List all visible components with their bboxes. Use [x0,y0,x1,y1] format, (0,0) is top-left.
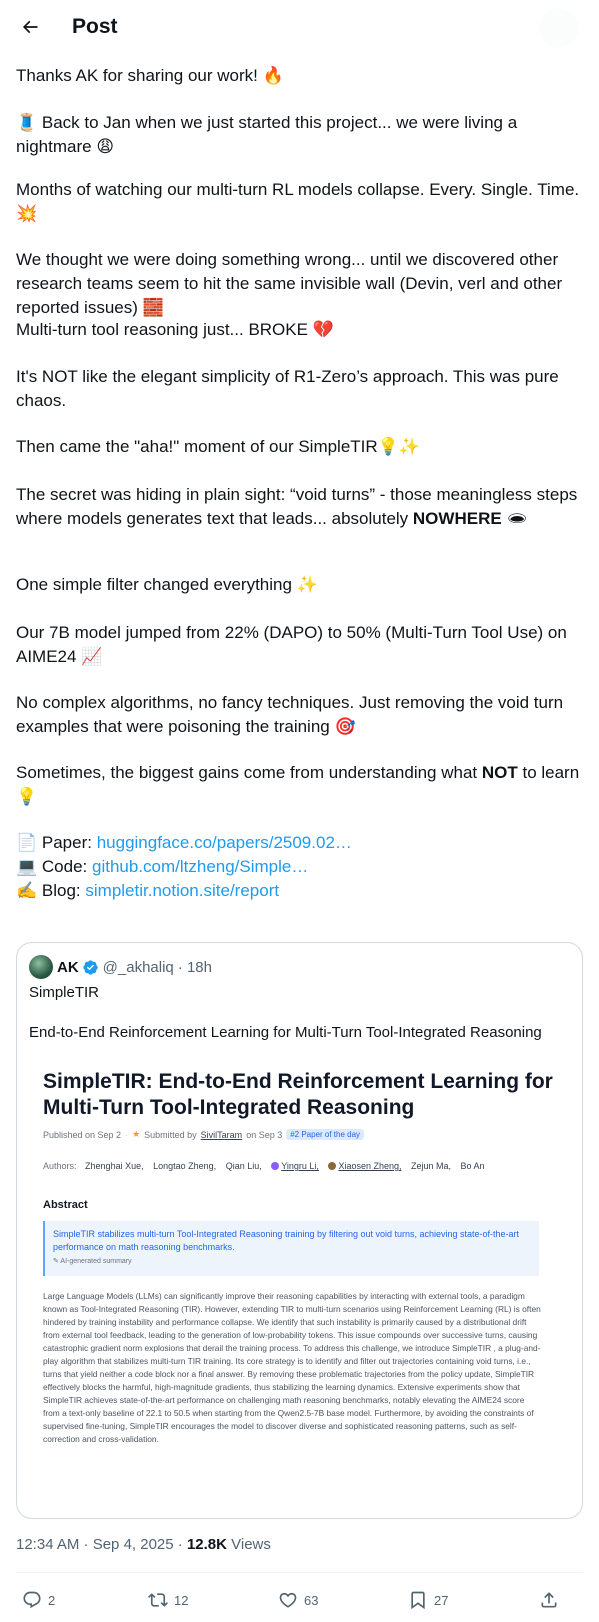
like-button[interactable]: 63 [278,1586,318,1614]
post-paragraph: Our 7B model jumped from 22% (DAPO) to 5… [16,623,567,666]
post-paragraph: The secret was hiding in plain sight: “v… [16,485,578,528]
quoted-post-time: · 18h [177,958,212,976]
blog-link[interactable]: simpletir.notion.site/report [85,881,279,900]
repost-icon [148,1593,168,1607]
post-paragraph: Multi-turn tool reasoning just... BROKE … [16,320,334,339]
code-link-line: 💻 Code: github.com/ltzheng/Simple… [16,857,309,876]
quoted-post[interactable]: AK @_akhaliq · 18h SimpleTIR End-to-End … [16,942,583,1519]
top-bar: Post [0,0,599,54]
avatar[interactable] [29,955,53,979]
repost-button[interactable]: 12 [148,1586,188,1614]
quoted-author-name[interactable]: AK [57,959,79,976]
paper-authors: Authors: Zhenghai Xue, Longtao Zheng, Qi… [43,1161,485,1171]
post-paragraph: It's NOT like the elegant simplicity of … [16,367,559,410]
blog-link-line: ✍️ Blog: simpletir.notion.site/report [16,881,280,900]
paper-title: SimpleTIR: End-to-End Reinforcement Lear… [43,1070,553,1119]
author-avatar-icon [328,1162,337,1170]
reply-count: 2 [48,1592,56,1608]
like-count: 63 [304,1592,319,1608]
back-button[interactable] [12,9,48,45]
bookmark-count: 27 [434,1592,449,1608]
author-avatar-icon [271,1162,280,1170]
reply-icon [23,1591,41,1609]
verified-badge-icon [82,959,98,975]
abstract-heading: Abstract [43,1199,88,1211]
post-meta: 12:34 AM · Sep 4, 2025 · 12.8K Views [16,1536,271,1553]
reply-button[interactable]: 2 [22,1586,55,1614]
header-more-button[interactable] [539,8,579,48]
quoted-author-handle[interactable]: @_akhaliq [103,959,174,976]
bookmark-icon [411,1591,425,1610]
paper-link-line: 📄 Paper: huggingface.co/papers/2509.02… [16,833,352,852]
repost-count: 12 [174,1592,189,1608]
post-paragraph: Thanks AK for sharing our work! 🔥 [16,66,284,85]
paper-badge: #2 Paper of the day [286,1129,365,1140]
post-timestamp[interactable]: 12:34 AM · Sep 4, 2025 · [16,1536,187,1553]
quoted-post-header: AK @_akhaliq · 18h [29,955,212,979]
views-count: 12.8K [186,1536,227,1553]
paper-link[interactable]: huggingface.co/papers/2509.02… [97,833,352,852]
quoted-post-text: End-to-End Reinforcement Learning for Mu… [29,1024,542,1041]
post-paragraph: No complex algorithms, no fancy techniqu… [16,693,564,736]
page-title: Post [72,15,118,38]
quoted-post-image[interactable]: SimpleTIR: End-to-End Reinforcement Lear… [29,1051,572,1506]
code-link[interactable]: github.com/ltzheng/Simple… [92,857,308,876]
post-paragraph: Sometimes, the biggest gains come from u… [16,763,580,806]
post-paragraph: Then came the "aha!" moment of our Simpl… [16,437,421,456]
heart-icon [279,1592,297,1608]
post-paragraph: One simple filter changed everything ✨ [16,575,318,594]
back-arrow-icon [22,20,38,34]
ai-summary-box: SimpleTIR stabilizes multi-turn Tool-Int… [43,1221,539,1276]
paper-meta: Published on Sep 2 · ★ Submitted by Sivi… [43,1129,365,1140]
post-paragraph: Months of watching our multi-turn RL mod… [16,180,580,223]
abstract-text: Large Language Models (LLMs) can signifi… [43,1291,541,1444]
post-paragraph: We thought we were doing something wrong… [16,250,563,317]
quoted-post-text: SimpleTIR [29,984,100,1001]
star-icon: ★ [132,1129,141,1139]
action-bar: 2 12 63 27 [16,1586,583,1614]
bookmark-button[interactable]: 27 [408,1586,448,1614]
share-button[interactable] [539,1586,565,1614]
divider [16,1572,583,1573]
share-icon [541,1592,557,1608]
post-paragraph: 🧵 Back to Jan when we just started this … [16,113,518,156]
